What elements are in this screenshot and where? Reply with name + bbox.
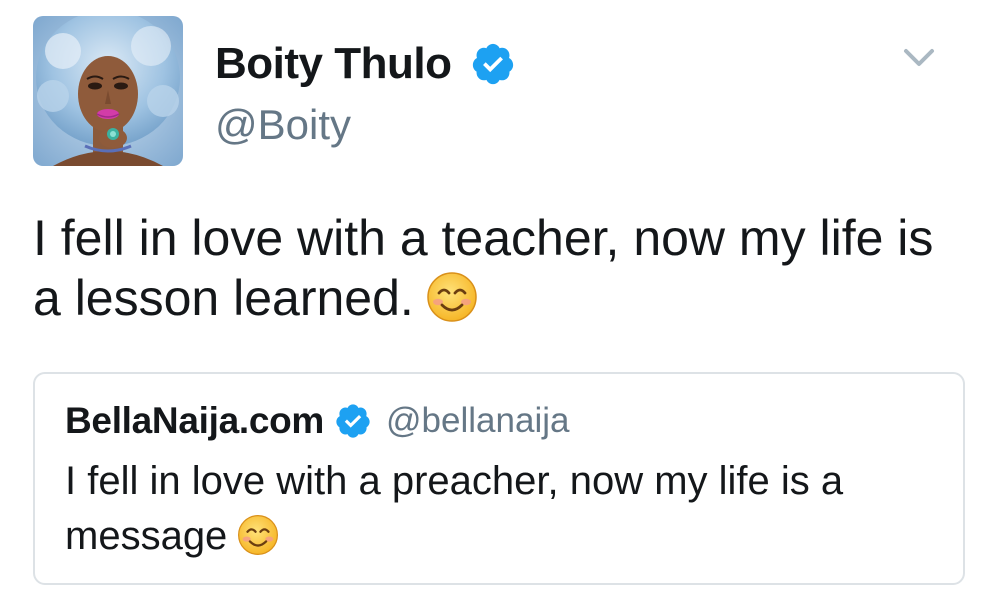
quoted-tweet-body: I fell in love with a preacher, now my l… xyxy=(65,454,935,564)
author-handle[interactable]: @Boity xyxy=(215,100,351,150)
quoted-author-display-name: BellaNaija.com xyxy=(65,400,325,441)
tweet-text: I fell in love with a teacher, now my li… xyxy=(33,210,934,326)
author-display-name[interactable]: Boity Thulo xyxy=(215,38,452,90)
verified-badge-icon xyxy=(334,402,372,440)
quoted-tweet-text: I fell in love with a preacher, now my l… xyxy=(65,459,844,558)
verified-badge-icon xyxy=(470,41,516,87)
tweet-body: I fell in love with a teacher, now my li… xyxy=(33,208,973,328)
avatar-photo xyxy=(33,16,183,166)
quoted-tweet-card[interactable]: BellaNaija.com @bellanaija I fell in lov… xyxy=(33,372,965,585)
chevron-down-icon[interactable] xyxy=(902,45,936,71)
author-avatar[interactable] xyxy=(33,16,183,166)
quoted-tweet-header: BellaNaija.com @bellanaija xyxy=(65,398,569,444)
smiling-face-emoji-icon xyxy=(426,271,478,323)
quoted-author-handle: @bellanaija xyxy=(386,401,570,440)
smiling-face-emoji-icon xyxy=(237,514,279,556)
